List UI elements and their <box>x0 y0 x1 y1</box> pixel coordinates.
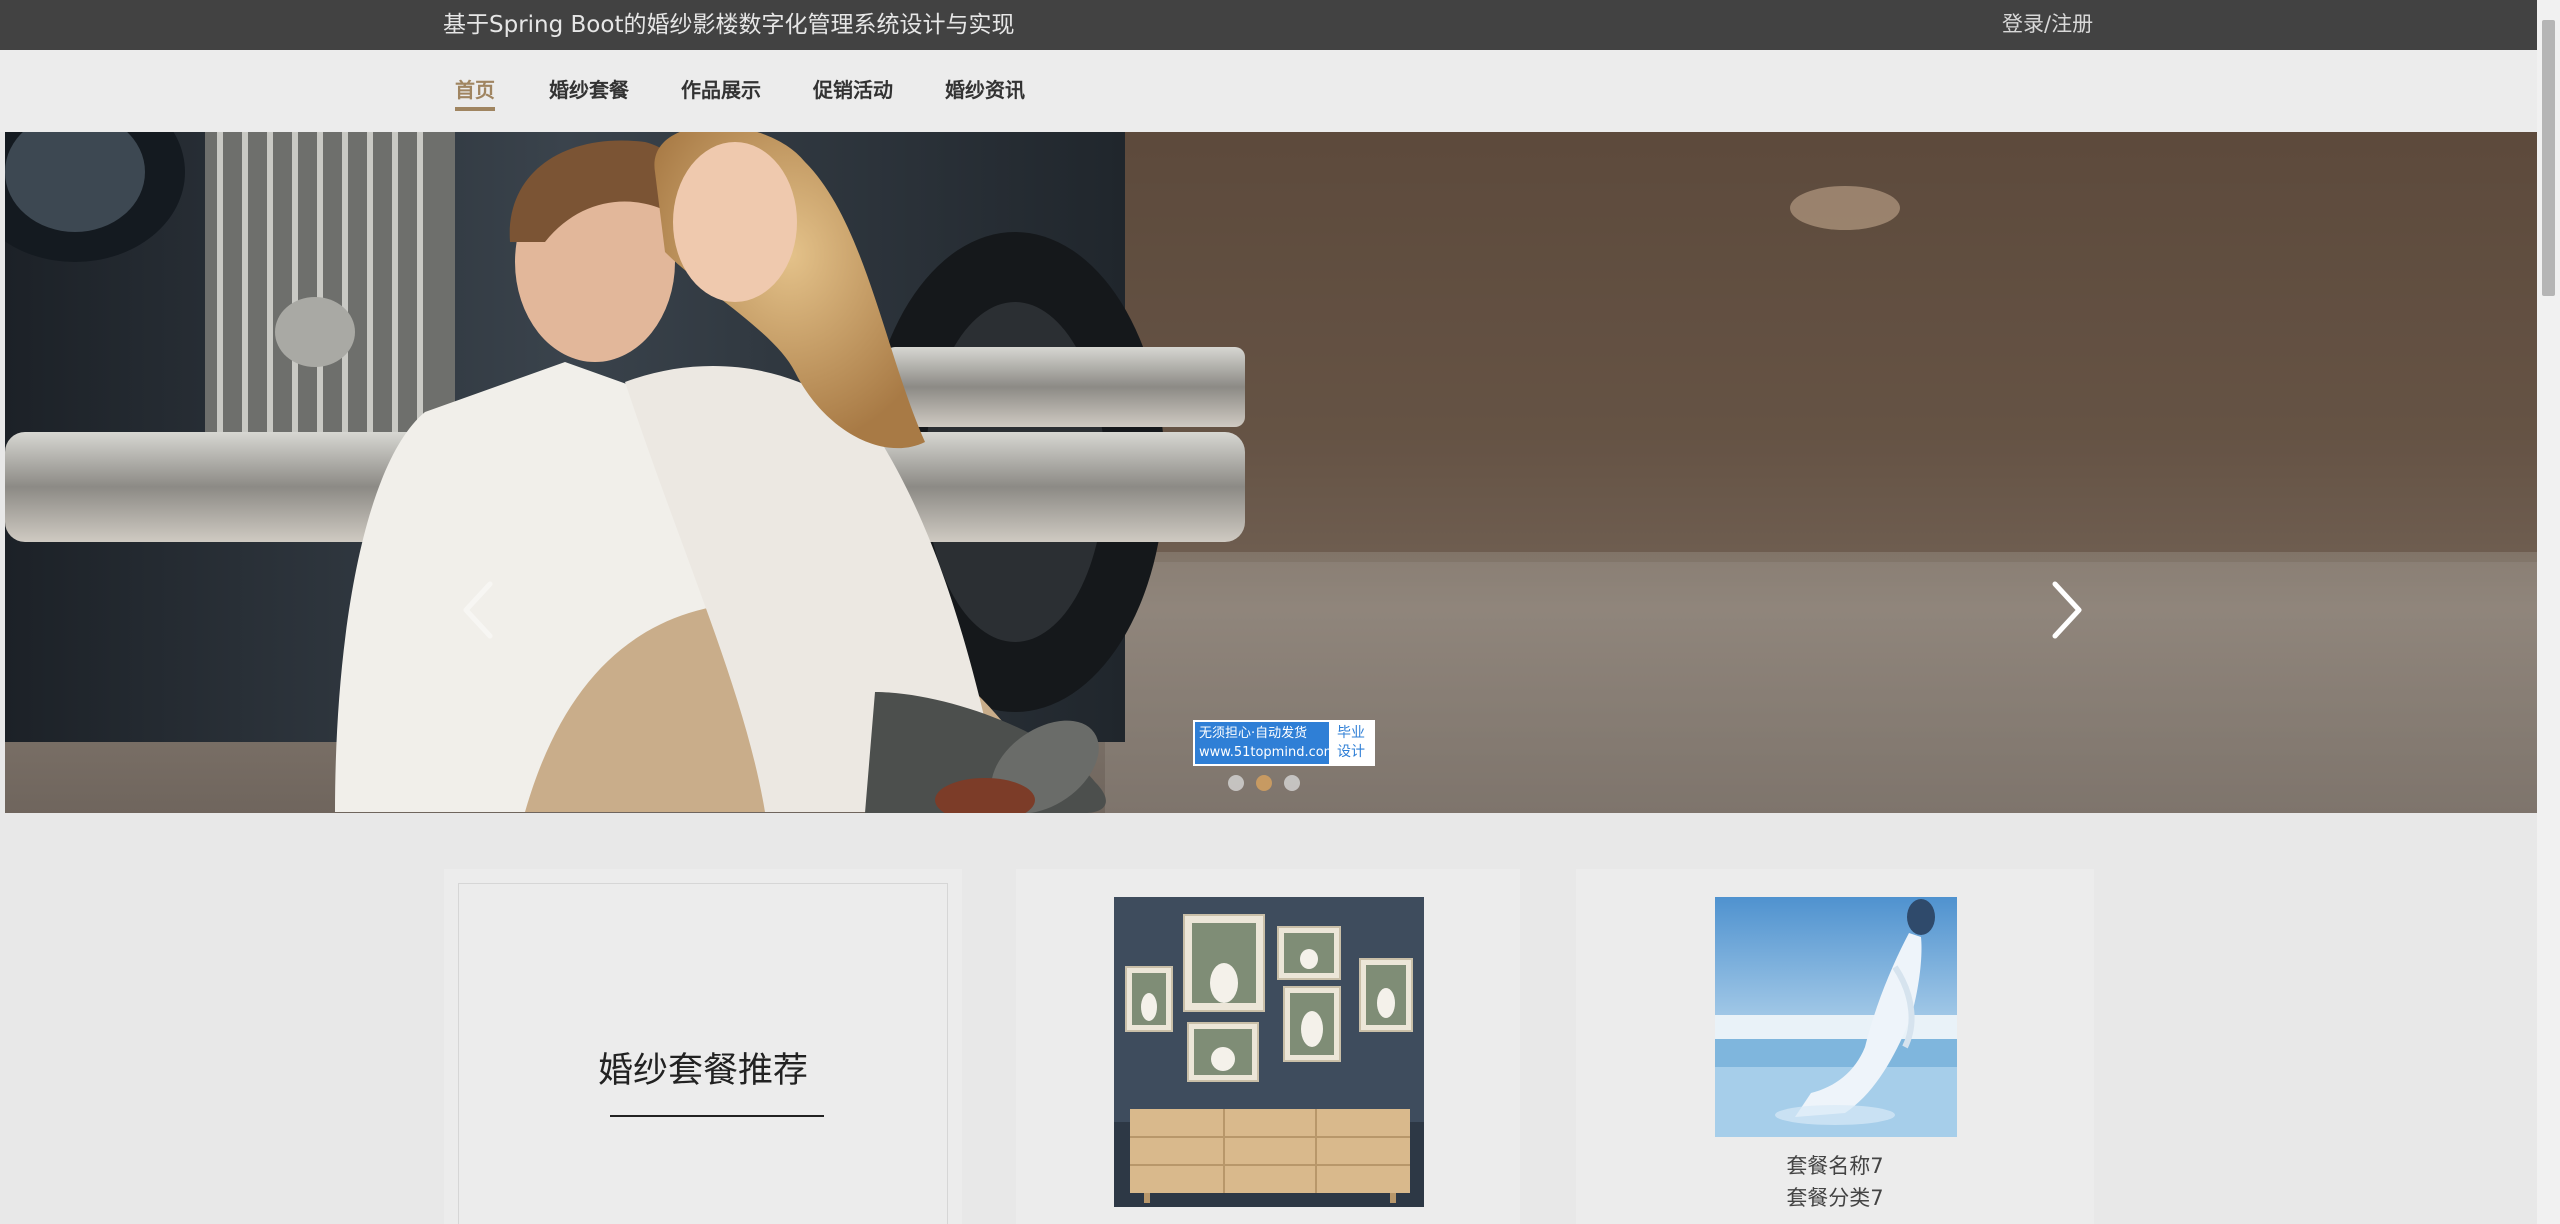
carousel-prev-button[interactable] <box>450 570 510 650</box>
watermark-badge-line2: 设计 <box>1337 744 1365 760</box>
section-title: 婚纱套餐推荐 <box>597 1051 808 1091</box>
package-image[interactable] <box>1715 897 1957 1137</box>
package-image[interactable] <box>1114 897 1424 1207</box>
nav-active-underline <box>455 107 495 111</box>
carousel-indicators <box>1228 775 1348 795</box>
package-category: 套餐分类7 <box>1786 1186 1884 1210</box>
scrollbar-thumb[interactable] <box>2542 20 2555 296</box>
nav-item-works[interactable]: 作品展示 <box>681 76 761 104</box>
nav-item-wedding-packages[interactable]: 婚纱套餐 <box>549 76 629 104</box>
main-nav: 首页 婚纱套餐 作品展示 促销活动 婚纱资讯 <box>0 50 2537 132</box>
chevron-right-icon <box>2052 581 2082 639</box>
watermark-text: 无须担心·自动发货 www.51topmind.com <box>1195 722 1329 764</box>
carousel-next-button[interactable] <box>2035 570 2095 650</box>
watermark-badge-line1: 毕业 <box>1337 725 1365 741</box>
nav-item-home[interactable]: 首页 <box>455 76 495 104</box>
top-bar: 基于Spring Boot的婚纱影楼数字化管理系统设计与实现 登录/注册 <box>0 0 2537 50</box>
recommend-intro-card: 婚纱套餐推荐 <box>444 869 962 1224</box>
watermark-badge-text: 毕业 设计 <box>1329 722 1373 764</box>
banner-image <box>5 132 2538 813</box>
watermark-line1: 无须担心·自动发货 <box>1199 726 1308 741</box>
chevron-left-icon <box>463 581 493 639</box>
carousel-dot-2[interactable] <box>1256 775 1272 791</box>
banner-carousel[interactable]: 无须担心·自动发货 www.51topmind.com 毕业 设计 <box>5 132 2538 813</box>
carousel-dot-1[interactable] <box>1228 775 1244 791</box>
watermark-line2: www.51topmind.com <box>1199 745 1329 760</box>
nav-item-promotions[interactable]: 促销活动 <box>813 76 893 104</box>
package-card-7[interactable]: 套餐名称7 套餐分类7 <box>1576 869 2094 1224</box>
package-card[interactable] <box>1016 869 1520 1224</box>
package-name: 套餐名称7 <box>1786 1154 1884 1178</box>
login-register-link[interactable]: 登录/注册 <box>2002 10 2093 38</box>
recommend-intro-box: 婚纱套餐推荐 <box>458 883 948 1224</box>
carousel-dot-3[interactable] <box>1284 775 1300 791</box>
nav-item-news[interactable]: 婚纱资讯 <box>945 76 1025 104</box>
watermark-badge: 无须担心·自动发货 www.51topmind.com 毕业 设计 <box>1193 720 1375 766</box>
site-title: 基于Spring Boot的婚纱影楼数字化管理系统设计与实现 <box>443 12 1015 38</box>
section-title-underline <box>610 1115 824 1117</box>
page-scrollbar[interactable] <box>2537 0 2560 1224</box>
